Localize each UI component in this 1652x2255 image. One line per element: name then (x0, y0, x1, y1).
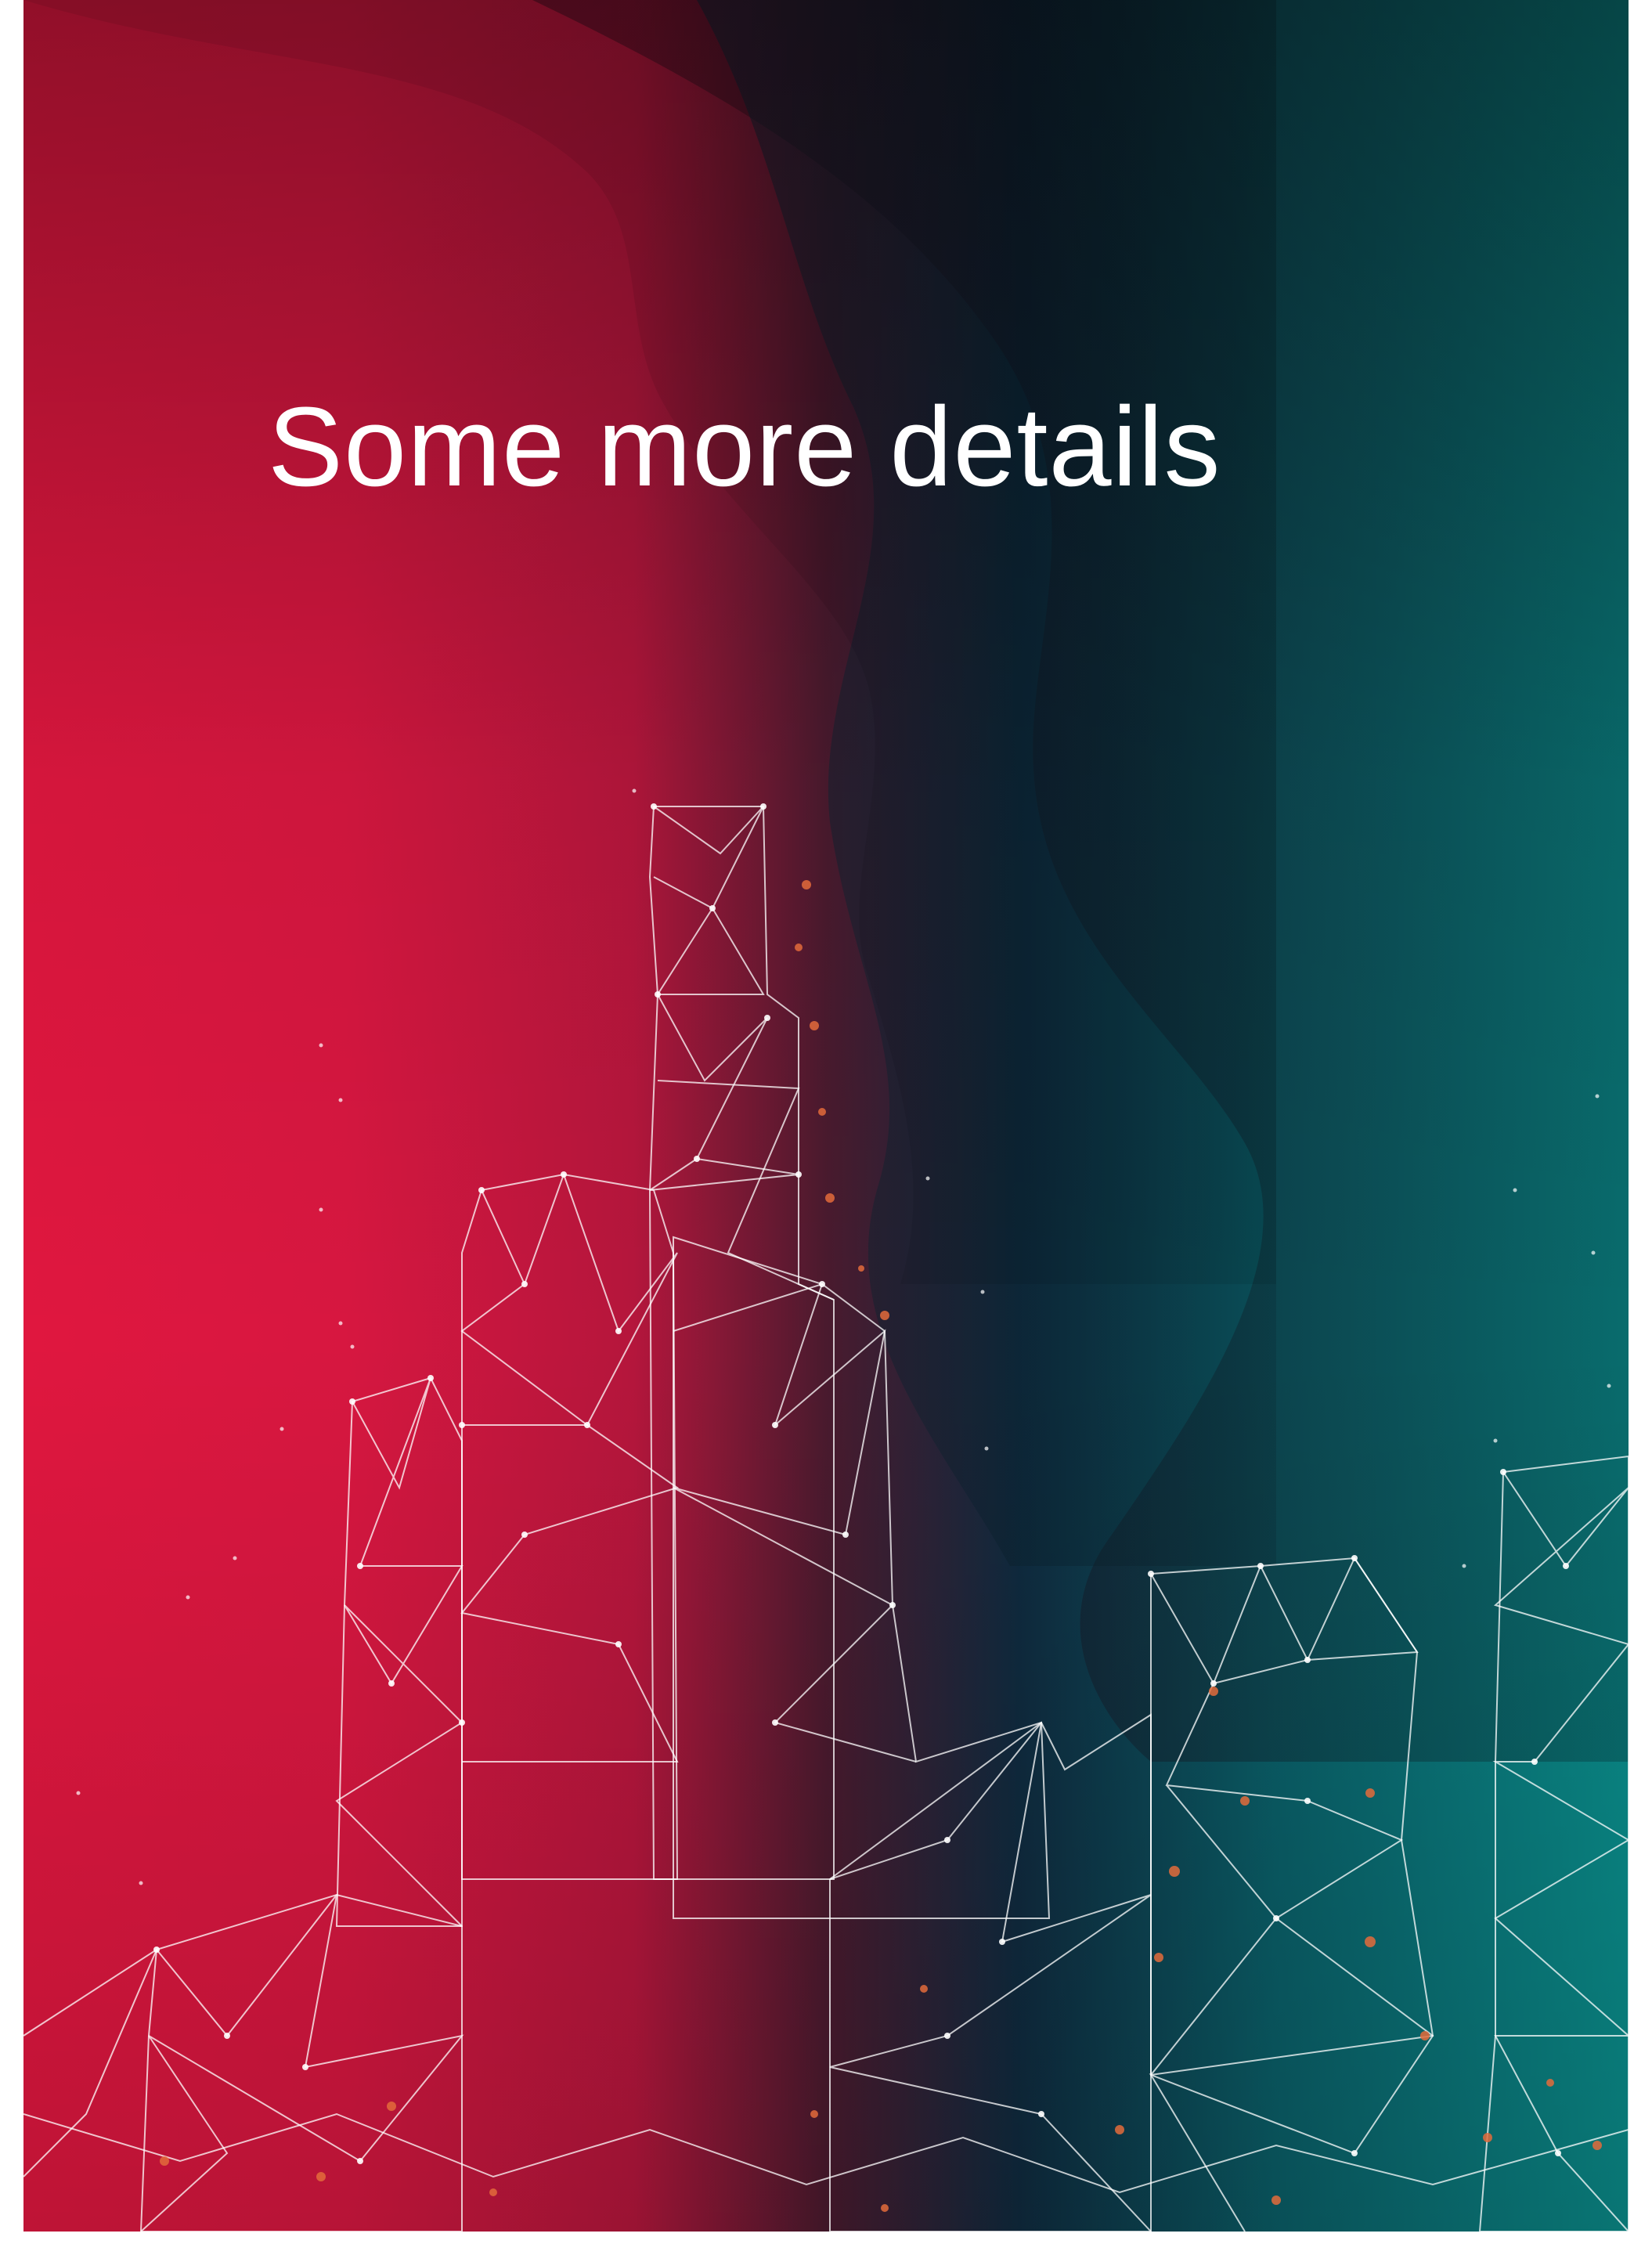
cover-page: Some more details (0, 0, 1652, 2255)
cover-panel: Some more details (23, 0, 1629, 2232)
network-skyline-illustration (23, 788, 1629, 2232)
page-title: Some more details (268, 384, 1221, 510)
